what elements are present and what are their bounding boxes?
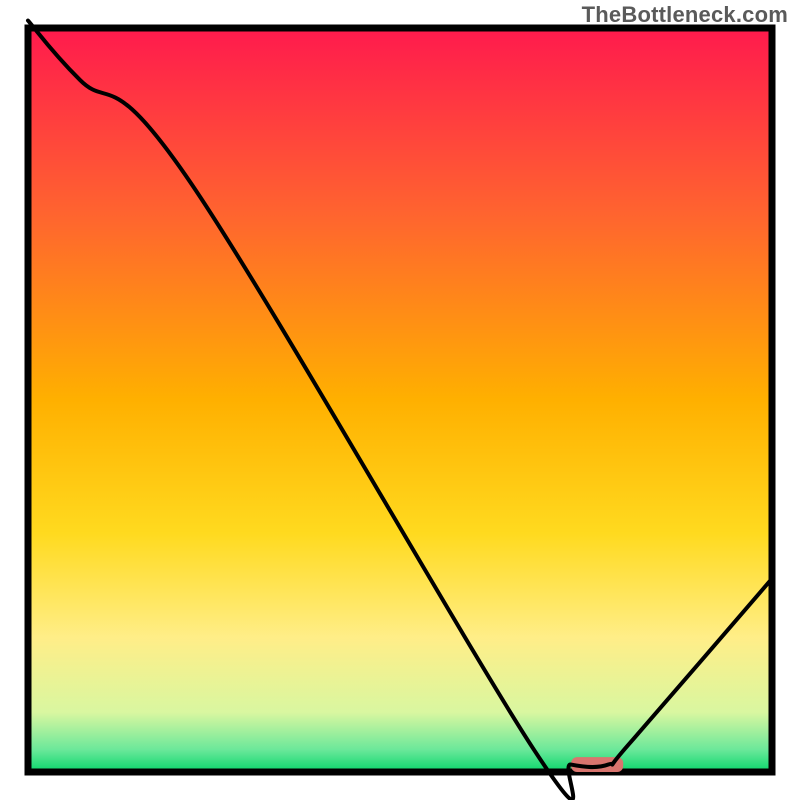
bottleneck-chart [0, 0, 800, 800]
chart-stage: TheBottleneck.com [0, 0, 800, 800]
plot-background [28, 28, 772, 772]
attribution-text: TheBottleneck.com [582, 2, 788, 28]
